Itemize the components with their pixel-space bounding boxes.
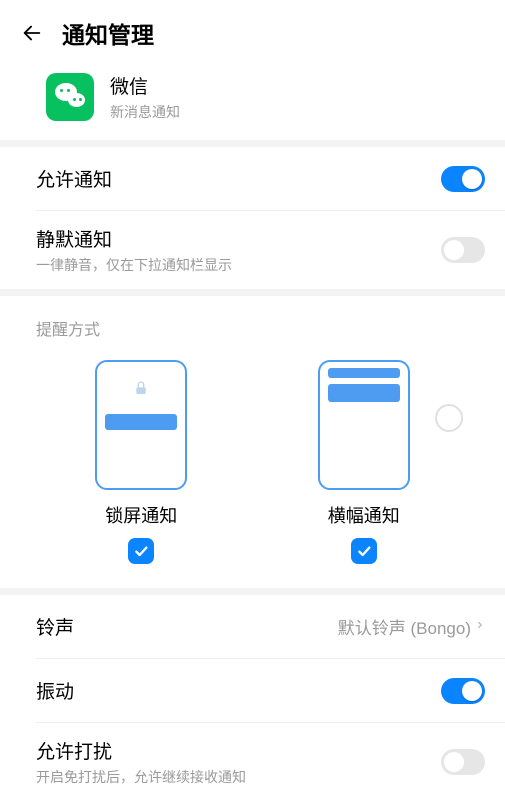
banner-checkbox[interactable] [351, 538, 377, 564]
allow-notifications-row[interactable]: 允许通知 [0, 147, 505, 210]
banner-preview [318, 360, 410, 490]
silent-notifications-sub: 一律静音，仅在下拉通知栏显示 [36, 255, 232, 275]
vibration-label: 振动 [36, 677, 74, 704]
allow-notifications-switch[interactable] [441, 166, 485, 192]
lockscreen-label: 锁屏通知 [105, 502, 177, 528]
app-info-text: 微信 新消息通知 [110, 72, 180, 122]
silent-notifications-label: 静默通知 [36, 225, 232, 252]
ringtone-value: 默认铃声 (Bongo) [338, 614, 471, 639]
allow-disturb-row[interactable]: 允许打扰 开启免打扰后，允许继续接收通知 [0, 723, 505, 801]
app-info-row: 微信 新消息通知 [0, 62, 505, 140]
app-subtitle: 新消息通知 [110, 102, 180, 122]
silent-notifications-row[interactable]: 静默通知 一律静音，仅在下拉通知栏显示 [0, 211, 505, 289]
vibration-row[interactable]: 振动 [0, 659, 505, 722]
silent-notifications-switch[interactable] [441, 237, 485, 263]
floating-circle-icon [435, 404, 463, 432]
vibration-switch[interactable] [441, 678, 485, 704]
banner-option[interactable]: 横幅通知 [284, 360, 444, 564]
ringtone-value-wrap: 默认铃声 (Bongo) [338, 614, 485, 639]
chevron-right-icon [475, 617, 485, 637]
lockscreen-preview [95, 360, 187, 490]
header-bar: 通知管理 [0, 0, 505, 62]
banner-label: 横幅通知 [328, 502, 400, 528]
app-name: 微信 [110, 72, 180, 99]
allow-disturb-sub: 开启免打扰后，允许继续接收通知 [36, 767, 246, 787]
check-icon [356, 543, 372, 559]
lockscreen-option[interactable]: 锁屏通知 [61, 360, 221, 564]
alert-options-row: 锁屏通知 横幅通知 [0, 350, 505, 588]
alert-style-title: 提醒方式 [0, 296, 505, 350]
ringtone-row[interactable]: 铃声 默认铃声 (Bongo) [0, 595, 505, 658]
allow-notifications-label: 允许通知 [36, 165, 112, 192]
back-button[interactable] [20, 21, 44, 45]
lockscreen-checkbox[interactable] [128, 538, 154, 564]
ringtone-label: 铃声 [36, 613, 74, 640]
allow-disturb-switch[interactable] [441, 749, 485, 775]
wechat-app-icon [46, 73, 94, 121]
alert-style-section: 提醒方式 锁屏通知 横幅通知 [0, 289, 505, 588]
lock-icon [133, 380, 149, 396]
sound-section: 铃声 默认铃声 (Bongo) 振动 允许打扰 开启免打扰后，允许继续接收通知 [0, 588, 505, 801]
page-title: 通知管理 [62, 16, 154, 50]
check-icon [133, 543, 149, 559]
back-arrow-icon [21, 22, 43, 44]
allow-disturb-label: 允许打扰 [36, 737, 246, 764]
notification-toggle-section: 允许通知 静默通知 一律静音，仅在下拉通知栏显示 [0, 140, 505, 289]
